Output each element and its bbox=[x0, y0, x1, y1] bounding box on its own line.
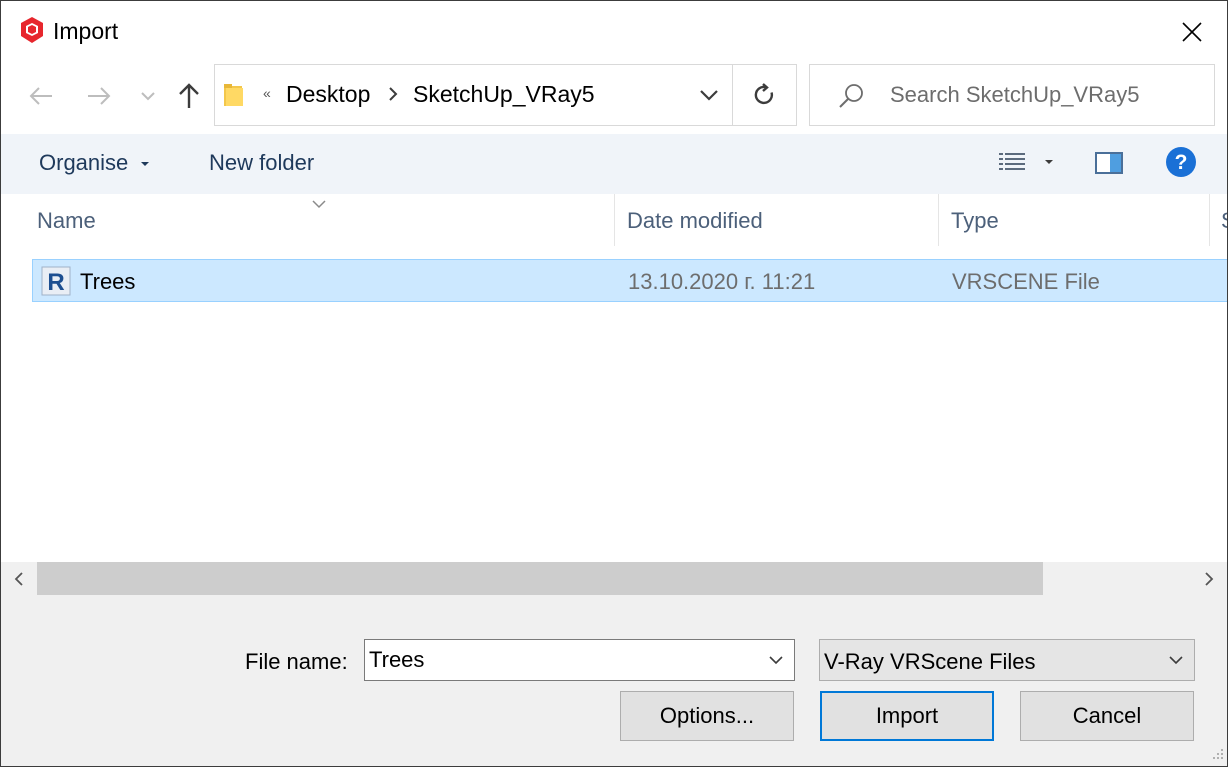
column-header-size[interactable]: S bbox=[1221, 208, 1227, 234]
help-icon: ? bbox=[1166, 147, 1196, 177]
file-type-value: V-Ray VRScene Files bbox=[824, 649, 1036, 674]
command-toolbar: Organise New folder ? bbox=[1, 134, 1227, 194]
column-header-date-modified[interactable]: Date modified bbox=[627, 208, 763, 234]
file-type-dropdown[interactable] bbox=[1158, 640, 1194, 680]
file-type-cell: VRSCENE File bbox=[952, 269, 1100, 294]
breadcrumb-sketchup-vray5[interactable]: SketchUp_VRay5 bbox=[413, 81, 595, 108]
file-name-input[interactable] bbox=[369, 645, 749, 675]
chevron-down-icon bbox=[700, 90, 718, 101]
title-bar: Import bbox=[1, 1, 1227, 63]
folder-icon bbox=[223, 82, 245, 113]
svg-text:R: R bbox=[47, 269, 64, 296]
file-row-trees[interactable]: R Trees 13.10.2020 г. 11:21 VRSCENE File bbox=[32, 259, 1227, 302]
file-type-select[interactable]: V-Ray VRScene Files bbox=[819, 639, 1195, 681]
view-options-dropdown[interactable] bbox=[1041, 154, 1057, 170]
refresh-icon bbox=[754, 83, 774, 105]
file-list: Name Date modified Type S R Trees 13.10.… bbox=[1, 194, 1227, 562]
horizontal-scrollbar[interactable] bbox=[1, 562, 1227, 595]
column-header-name[interactable]: Name bbox=[37, 208, 96, 234]
breadcrumb-desktop[interactable]: Desktop bbox=[286, 81, 370, 108]
file-name-cell: Trees bbox=[80, 269, 136, 294]
up-arrow-icon bbox=[179, 83, 199, 108]
file-date-cell: 13.10.2020 г. 11:21 bbox=[628, 269, 816, 294]
chevron-down-icon bbox=[1169, 655, 1183, 664]
cancel-button[interactable]: Cancel bbox=[1020, 691, 1194, 741]
preview-pane-icon bbox=[1095, 152, 1123, 174]
close-icon bbox=[1182, 22, 1202, 42]
address-bar[interactable]: « Desktop SketchUp_VRay5 bbox=[214, 64, 797, 126]
view-details-button[interactable] bbox=[997, 150, 1027, 176]
column-separator[interactable] bbox=[614, 194, 615, 246]
file-name-dropdown[interactable] bbox=[758, 640, 794, 680]
file-name-label: File name: bbox=[245, 649, 348, 674]
back-arrow-icon bbox=[29, 87, 52, 105]
column-header-type[interactable]: Type bbox=[951, 208, 999, 234]
resize-grip-icon[interactable] bbox=[1210, 746, 1224, 765]
svg-text:?: ? bbox=[1175, 151, 1188, 174]
help-button[interactable]: ? bbox=[1165, 146, 1197, 178]
back-button[interactable] bbox=[23, 79, 59, 113]
refresh-button[interactable] bbox=[733, 65, 797, 125]
up-button[interactable] bbox=[171, 79, 207, 113]
options-button[interactable]: Options... bbox=[620, 691, 794, 741]
search-input[interactable] bbox=[890, 79, 1200, 111]
chevron-down-icon bbox=[141, 92, 155, 101]
caret-down-icon bbox=[1045, 160, 1053, 164]
organise-label: Organise bbox=[39, 150, 129, 175]
scroll-right-button[interactable] bbox=[1191, 562, 1227, 595]
caret-down-icon bbox=[141, 162, 150, 167]
search-icon bbox=[838, 83, 864, 114]
dialog-footer: File name: V-Ray VRScene Files Options..… bbox=[1, 595, 1227, 766]
search-box[interactable] bbox=[809, 64, 1215, 126]
forward-arrow-icon bbox=[88, 87, 111, 105]
window-title: Import bbox=[53, 18, 119, 44]
vrscene-file-icon: R bbox=[41, 266, 71, 301]
recent-locations-button[interactable] bbox=[131, 79, 165, 113]
file-name-combobox[interactable] bbox=[364, 639, 795, 681]
new-folder-button[interactable]: New folder bbox=[209, 150, 314, 176]
scroll-left-button[interactable] bbox=[1, 562, 37, 595]
organise-menu-button[interactable]: Organise bbox=[39, 150, 150, 176]
import-button[interactable]: Import bbox=[820, 691, 994, 741]
address-history-dropdown[interactable] bbox=[685, 65, 733, 125]
details-view-icon bbox=[999, 153, 1025, 170]
close-button[interactable] bbox=[1157, 1, 1227, 63]
preview-pane-button[interactable] bbox=[1094, 150, 1124, 176]
chevron-left-icon bbox=[14, 571, 23, 586]
column-separator[interactable] bbox=[938, 194, 939, 246]
column-separator[interactable] bbox=[1209, 194, 1210, 246]
overflow-chevron[interactable]: « bbox=[263, 85, 271, 101]
chevron-down-icon bbox=[769, 655, 783, 664]
scrollbar-thumb[interactable] bbox=[37, 562, 1043, 595]
sort-indicator-icon bbox=[312, 196, 326, 214]
breadcrumb-separator-icon[interactable] bbox=[388, 87, 398, 106]
forward-button[interactable] bbox=[81, 79, 117, 113]
sketchup-logo-icon bbox=[18, 16, 46, 44]
import-dialog: Import « Desktop SketchUp_VRay5 Search S… bbox=[0, 0, 1228, 767]
chevron-right-icon bbox=[1205, 571, 1214, 586]
